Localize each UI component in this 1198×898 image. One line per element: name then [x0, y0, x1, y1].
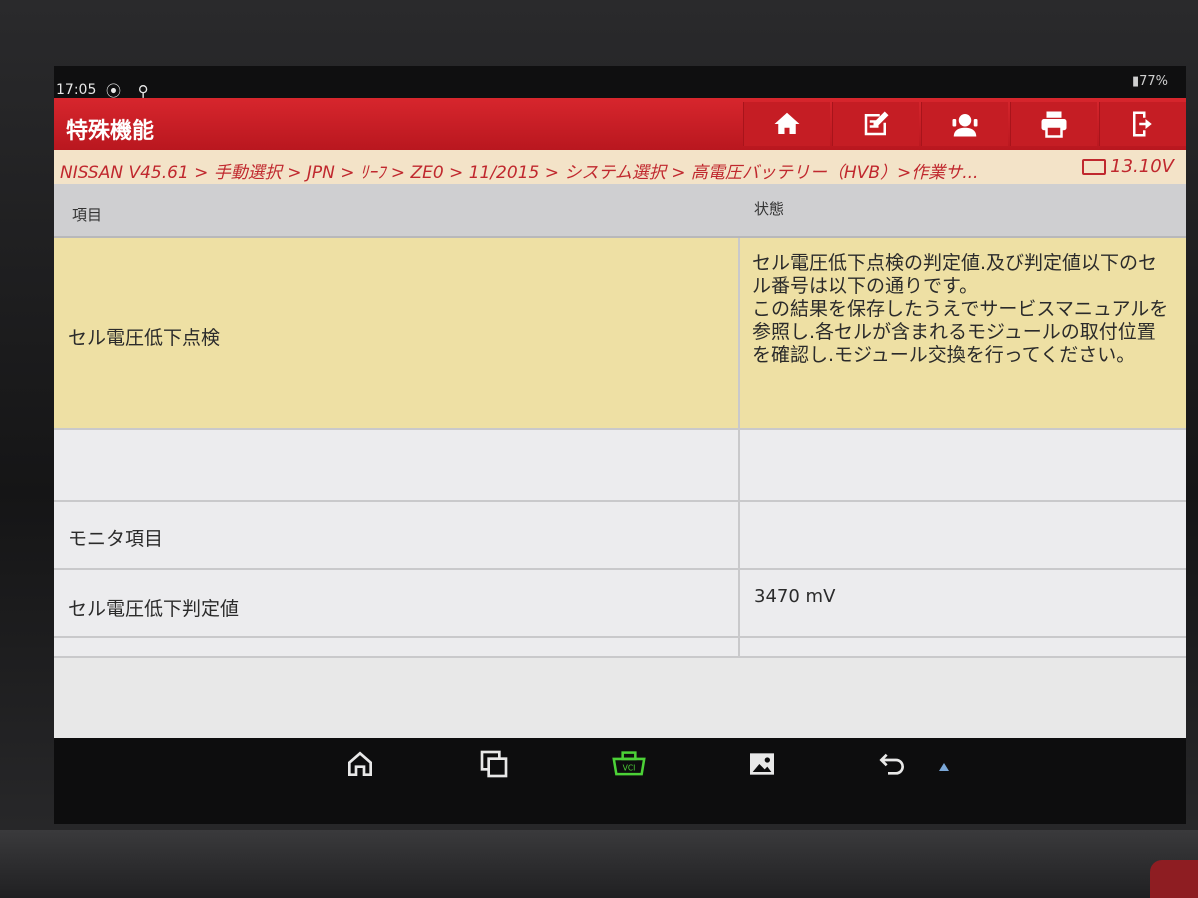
- status-time: 17:05: [56, 82, 97, 98]
- exit-button[interactable]: [1099, 102, 1186, 146]
- row-item-cell: [54, 430, 740, 500]
- data-table[interactable]: 項目 状態 セル電圧低下点検 セル電圧低下点検の判定値.及び判定値以下のセル番号…: [54, 184, 1186, 738]
- home-icon: [348, 751, 372, 776]
- table-row[interactable]: セル電圧低下判定値 3470 mV: [54, 570, 1186, 638]
- recent-apps-icon: [480, 750, 508, 778]
- row-status-cell: [740, 502, 1186, 568]
- table-header: 項目 状態: [54, 184, 1186, 238]
- vci-icon: VCI: [612, 751, 646, 776]
- row-item-cell: モニタ項目: [54, 502, 740, 568]
- nav-home-button[interactable]: [344, 748, 384, 784]
- app-window: 特殊機能 NISSAN V45.61 > 手動選択 > JPN > ﾘｰﾌ > …: [54, 98, 1186, 738]
- row-item-label: セル電圧低下点検: [68, 327, 221, 349]
- edit-icon: [864, 111, 889, 136]
- row-item-cell: [54, 638, 740, 656]
- print-icon: [1041, 111, 1067, 138]
- car-battery-icon: [1082, 158, 1107, 175]
- home-button[interactable]: [743, 102, 830, 146]
- battery-voltage: 13.10V: [1082, 156, 1174, 177]
- triangle-up-icon: [939, 763, 949, 771]
- table-row[interactable]: [54, 638, 1186, 658]
- nav-recent-apps-button[interactable]: [478, 748, 518, 784]
- battery-percent: 77%: [1139, 74, 1168, 89]
- print-button[interactable]: [1010, 102, 1097, 146]
- android-nav-bar: VCI: [54, 738, 1186, 824]
- header-status: 状態: [754, 200, 785, 218]
- device-red-accent: [1150, 860, 1198, 898]
- exit-icon: [1133, 111, 1152, 137]
- row-status-value: 3470 mV: [754, 586, 836, 607]
- toolbar: [743, 102, 1186, 148]
- row-item-label: モニタ項目: [68, 528, 164, 550]
- voltage-value: 13.10V: [1110, 156, 1174, 177]
- breadcrumb-bar: NISSAN V45.61 > 手動選択 > JPN > ﾘｰﾌ > ZE0 >…: [54, 150, 1186, 185]
- row-status-cell: [740, 430, 1186, 500]
- back-icon: [879, 753, 904, 775]
- page-title: 特殊機能: [66, 119, 155, 144]
- nav-vci-button[interactable]: VCI: [610, 748, 654, 784]
- table-row[interactable]: モニタ項目: [54, 502, 1186, 570]
- nav-screenshot-button[interactable]: [746, 748, 786, 784]
- row-status-cell: [740, 638, 1186, 656]
- vci-label: VCI: [623, 763, 636, 772]
- device-bottom-edge: [0, 830, 1198, 898]
- row-status-cell: 3470 mV: [740, 570, 1186, 636]
- row-item-cell: セル電圧低下判定値: [54, 570, 740, 636]
- row-status-description: セル電圧低下点検の判定値.及び判定値以下のセル番号は以下の通りです。 この結果を…: [752, 252, 1169, 366]
- header-item: 項目: [72, 206, 103, 224]
- screen: 17:05 ⦿ ⚲ ▮77% 特殊機能 NISSAN V45.61 > 手動選択…: [54, 66, 1186, 824]
- nav-expand-button[interactable]: [938, 758, 954, 774]
- table-row[interactable]: [54, 430, 1186, 502]
- row-status-cell: セル電圧低下点検の判定値.及び判定値以下のセル番号は以下の通りです。 この結果を…: [740, 238, 1186, 428]
- row-item-cell: セル電圧低下点検: [54, 238, 740, 428]
- support-icon: [952, 114, 978, 137]
- breadcrumb: NISSAN V45.61 > 手動選択 > JPN > ﾘｰﾌ > ZE0 >…: [60, 163, 979, 183]
- nav-back-button[interactable]: [876, 748, 916, 784]
- row-item-label: セル電圧低下判定値: [68, 598, 240, 620]
- home-icon: [774, 112, 800, 134]
- table-row[interactable]: セル電圧低下点検 セル電圧低下点検の判定値.及び判定値以下のセル番号は以下の通り…: [54, 238, 1186, 430]
- battery-indicator: ▮77%: [1131, 74, 1168, 89]
- support-button[interactable]: [921, 102, 1008, 146]
- edit-button[interactable]: [832, 102, 919, 146]
- title-bar: 特殊機能: [54, 98, 1186, 150]
- screenshot-icon: [750, 753, 774, 775]
